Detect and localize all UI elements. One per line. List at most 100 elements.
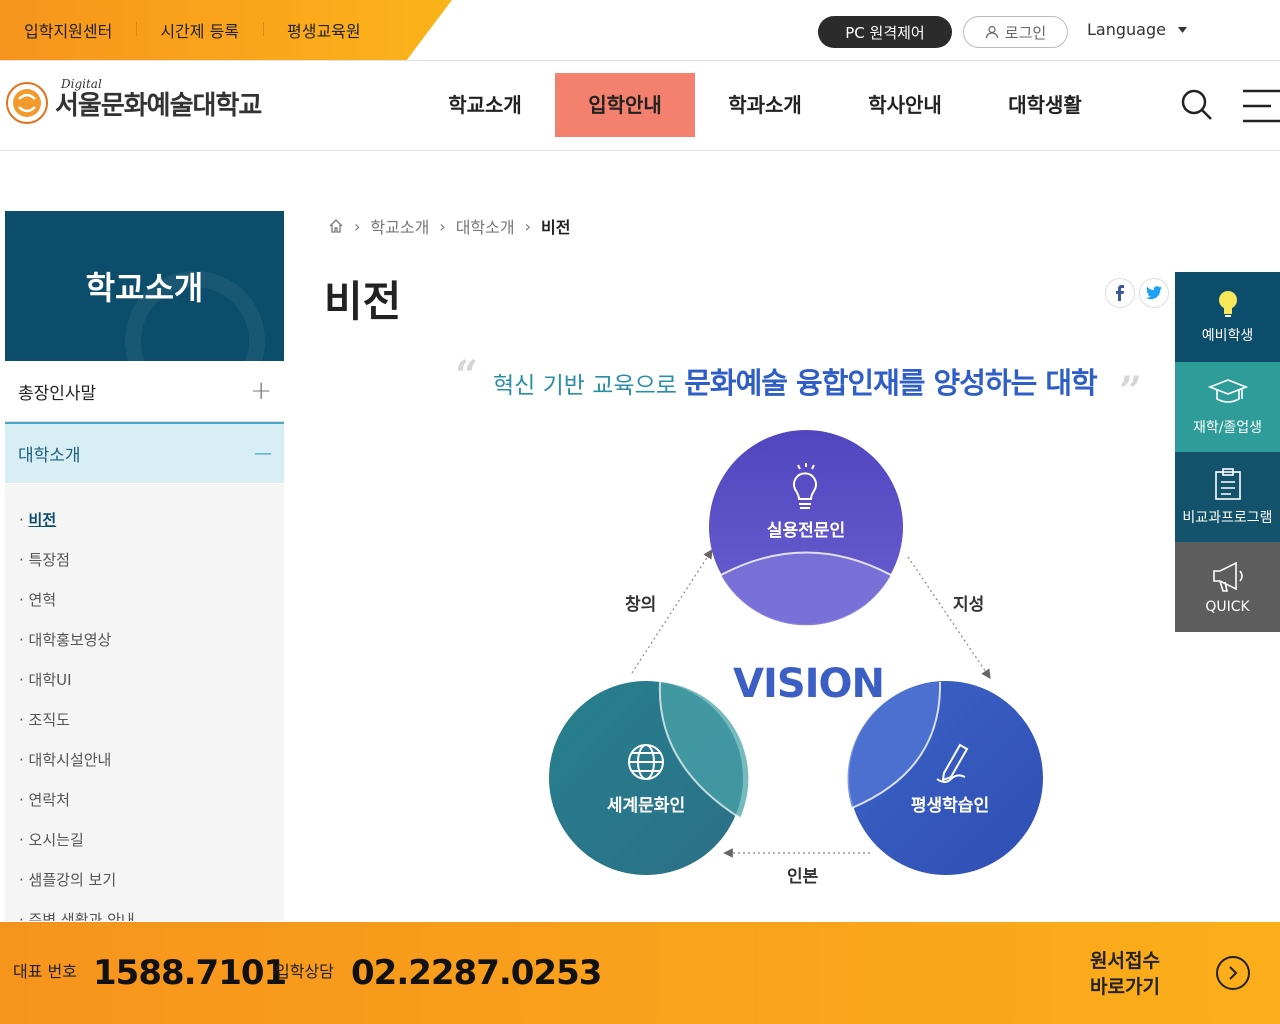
top-links: 입학지원센터 시간제 등록 평생교육원: [0, 0, 385, 60]
quick-prospective-student[interactable]: 예비학생: [1175, 272, 1280, 362]
submenu-link[interactable]: 연혁: [29, 591, 57, 609]
submenu-link[interactable]: 대학UI: [29, 671, 72, 689]
vision-center-text: VISION: [733, 661, 885, 707]
submenu-link[interactable]: 샘플강의 보기: [29, 871, 117, 889]
home-icon[interactable]: [328, 218, 344, 234]
submenu-item-directions[interactable]: · 오시는길: [5, 820, 284, 860]
submenu-item-contact[interactable]: · 연락처: [5, 780, 284, 820]
bottom-contact-bar: 대표 번호 1588.7101 입학상담 02.2287.0253 원서접수 바…: [0, 922, 1280, 1024]
language-select[interactable]: Language: [1087, 20, 1187, 39]
logo-digital: Digital: [61, 76, 102, 91]
sidebar-item-university-intro[interactable]: 대학소개 —: [5, 422, 284, 483]
consult-label: 입학상담: [275, 962, 334, 981]
quick-label: 비교과프로그램: [1182, 510, 1273, 526]
rep-number: 1588.7101: [93, 953, 287, 993]
chevron-right-icon: ›: [354, 216, 361, 236]
chevron-right-icon: ›: [524, 216, 531, 236]
sidebar-item-label: 대학소개: [18, 446, 81, 466]
top-bar: 입학지원센터 시간제 등록 평생교육원 PC 원격제어 로그인 Language: [0, 0, 1280, 61]
submenu-item-history[interactable]: · 연혁: [5, 580, 284, 620]
sidebar-item-label: 총장인사말: [18, 383, 97, 404]
quick-current-graduate[interactable]: 재학/졸업생: [1175, 362, 1280, 452]
caret-down-icon: [1177, 26, 1187, 33]
breadcrumb-item[interactable]: 학교소개: [370, 214, 429, 238]
submenu-link[interactable]: 비전: [29, 511, 57, 529]
vision-slogan: “ 혁신 기반 교육으로 문화예술 융합인재를 양성하는 대학 ”: [455, 352, 1145, 415]
rep-number-label: 대표 번호: [13, 962, 77, 981]
vision-diagram-graphic: [549, 430, 1043, 875]
submenu-link[interactable]: 특장점: [29, 551, 70, 569]
breadcrumb-current: 비전: [541, 218, 571, 237]
page: 입학지원센터 시간제 등록 평생교육원 PC 원격제어 로그인 Language…: [0, 0, 1280, 1024]
quick-menu-toggle[interactable]: QUICK: [1175, 542, 1280, 632]
graduation-cap-icon: [1207, 379, 1248, 403]
breadcrumb: › 학교소개 › 대학소개 › 비전: [328, 214, 570, 238]
sidebar-item-president-greeting[interactable]: 총장인사말 +: [5, 361, 284, 422]
submenu-item-vision[interactable]: · 비전: [5, 500, 284, 540]
edge-label-creativity: 창의: [625, 595, 657, 615]
top-link-lifelong-education[interactable]: 평생교육원: [263, 18, 385, 42]
clipboard-icon: [1214, 468, 1241, 500]
slogan-text: 혁신 기반 교육으로 문화예술 융합인재를 양성하는 대학: [493, 360, 1098, 402]
plus-icon: +: [250, 376, 272, 406]
arrow-intellect: [907, 556, 991, 679]
submenu-item-sample-lecture[interactable]: · 샘플강의 보기: [5, 860, 284, 900]
logo[interactable]: Digital 서울문화예술대학교: [5, 77, 262, 125]
submenu-link[interactable]: 대학홍보영상: [29, 631, 112, 649]
twitter-icon[interactable]: [1139, 278, 1169, 308]
pc-remote-button[interactable]: PC 원격제어: [818, 16, 952, 48]
nav-campus-life[interactable]: 대학생활: [975, 73, 1115, 137]
page-title: 비전: [324, 277, 402, 326]
top-link-admission-center[interactable]: 입학지원센터: [0, 18, 136, 42]
top-link-part-time-registration[interactable]: 시간제 등록: [136, 18, 263, 42]
minus-icon: —: [254, 443, 272, 464]
nav-about[interactable]: 학교소개: [415, 73, 555, 137]
login-button[interactable]: 로그인: [963, 16, 1068, 48]
submenu-item-nearby[interactable]: · 주변 생활과 안내: [5, 900, 284, 921]
logo-text: Digital 서울문화예술대학교: [55, 77, 262, 122]
breadcrumb-item[interactable]: 대학소개: [456, 214, 515, 238]
sidebar-submenu: · 비전 · 특장점 · 연혁 · 대학홍보영상 · 대학UI · 조직도 · …: [5, 484, 284, 921]
facebook-icon[interactable]: [1105, 278, 1135, 308]
vision-diagram: 창의 지성 인본 VISION 실용전문인 세계문화인 평생학습인: [540, 425, 1060, 887]
apply-link[interactable]: 원서접수 바로가기: [1090, 948, 1160, 1000]
nav-academics[interactable]: 학사안내: [835, 73, 975, 137]
submenu-link[interactable]: 대학시설안내: [29, 751, 112, 769]
submenu-item-ui[interactable]: · 대학UI: [5, 660, 284, 700]
quick-extracurricular[interactable]: 비교과프로그램: [1175, 452, 1280, 542]
submenu-link[interactable]: 조직도: [29, 711, 70, 729]
submenu-item-features[interactable]: · 특장점: [5, 540, 284, 580]
main-nav: 학교소개 입학안내 학과소개 학사안내 대학생활: [415, 73, 1115, 137]
university-emblem-icon: [6, 82, 48, 124]
login-label: 로그인: [1004, 23, 1047, 42]
circle-lifelong-learner: [847, 681, 1043, 875]
submenu-item-promo-video[interactable]: · 대학홍보영상: [5, 620, 284, 660]
header: Digital 서울문화예술대학교 학교소개 입학안내 학과소개 학사안내 대학…: [0, 61, 1280, 151]
user-icon: [985, 25, 998, 39]
submenu-link[interactable]: 오시는길: [29, 831, 84, 849]
apply-arrow-button[interactable]: [1216, 956, 1250, 990]
sidebar-title-panel: 학교소개: [5, 211, 284, 361]
submenu-link[interactable]: 주변 생활과 안내: [29, 911, 135, 921]
chevron-right-icon: ›: [439, 216, 446, 236]
consult-number: 02.2287.0253: [351, 953, 602, 993]
nav-departments[interactable]: 학과소개: [695, 73, 835, 137]
search-icon[interactable]: [1180, 88, 1214, 122]
close-quote-mark: ”: [1119, 368, 1143, 415]
quick-label: 재학/졸업생: [1192, 420, 1263, 436]
submenu-item-org-chart[interactable]: · 조직도: [5, 700, 284, 740]
apply-line1: 원서접수: [1090, 950, 1160, 972]
submenu-link[interactable]: 연락처: [29, 791, 70, 809]
apply-line2: 바로가기: [1090, 976, 1160, 998]
edge-label-intellect: 지성: [953, 595, 985, 615]
quick-label: 예비학생: [1201, 328, 1254, 344]
hamburger-menu-icon[interactable]: [1241, 89, 1280, 123]
quick-label: QUICK: [1205, 599, 1250, 615]
sidebar-title: 학교소개: [85, 269, 204, 307]
slogan-part1: 혁신 기반 교육으로: [493, 373, 685, 399]
nav-admission[interactable]: 입학안내: [555, 73, 695, 137]
submenu-item-facilities[interactable]: · 대학시설안내: [5, 740, 284, 780]
circle-label-practical-expert: 실용전문인: [766, 521, 846, 541]
share-buttons: [1105, 278, 1169, 308]
quick-menu: 예비학생 재학/졸업생 비교과프로그램 QUICK: [1175, 272, 1280, 632]
